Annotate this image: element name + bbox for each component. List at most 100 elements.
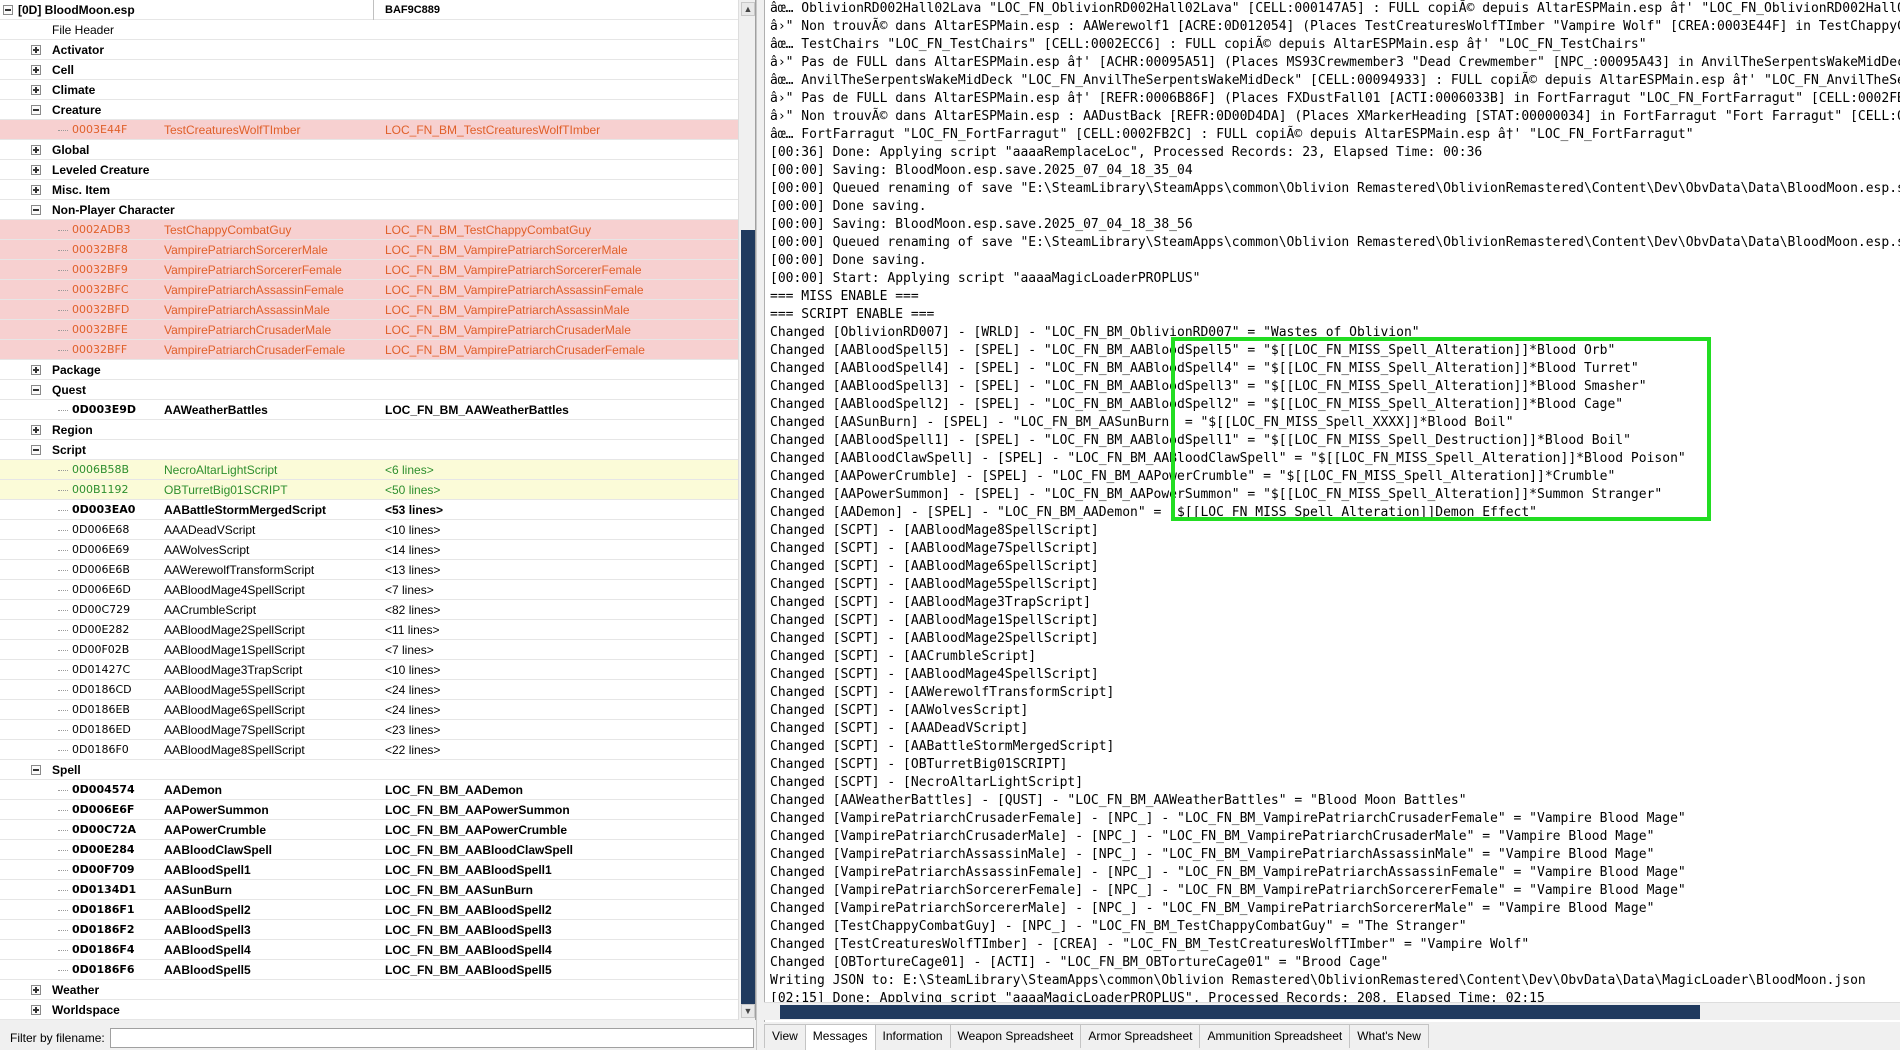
tree-record-row[interactable]: 0D0186F2 AABloodSpell3 LOC_FN_BM_AABloodSp… [0,920,738,940]
collapse-icon[interactable] [3,5,13,15]
expand-icon[interactable] [31,45,41,55]
expand-icon[interactable] [31,165,41,175]
tree-connector [58,290,68,291]
tree-root-row[interactable]: [0D] BloodMoon.esp BAF9C889 [0,0,738,20]
tree-category-label: Package [52,363,101,377]
tree-scroll-thumb[interactable] [741,230,755,1010]
log-line: [00:00] Saving: BloodMoon.esp.save.2025_… [770,217,1193,232]
tree-vertical-scrollbar[interactable]: ▲ ▼ [738,0,755,1020]
tree-record-row[interactable]: 0D00F02B AABloodMage1SpellScript <7 lines> [0,640,738,660]
tree-record-row[interactable]: 0D0186F4 AABloodSpell4 LOC_FN_BM_AABloodSp… [0,940,738,960]
tree-record-row[interactable]: 0D0186F1 AABloodSpell2 LOC_FN_BM_AABloodSp… [0,900,738,920]
expand-icon[interactable] [31,185,41,195]
tree-record-row[interactable]: 0D003EA0 AABattleStormMergedScript <53 lin… [0,500,738,520]
expand-icon[interactable] [31,1005,41,1015]
expand-icon[interactable] [31,985,41,995]
tree-category[interactable]: Quest [0,380,738,400]
log-line: Changed [SCPT] - [AABloodMage4SpellScrip… [770,667,1099,682]
filter-by-filename-input[interactable] [110,1028,754,1048]
tree-record-row[interactable]: 0D0134D1 AASunBurn LOC_FN_BM_AASunBurn [0,880,738,900]
tree-record-row[interactable]: 000B1192 OBTurretBig01SCRIPT <50 lines> [0,480,738,500]
root-plugin-label: [0D] BloodMoon.esp [18,3,135,17]
tree-record-row[interactable]: 0D00F709 AABloodSpell1 LOC_FN_BM_AABloodSp… [0,860,738,880]
tree-category[interactable]: Script [0,440,738,460]
tree-record-row[interactable]: 0D0186EB AABloodMage6SpellScript <24 lines… [0,700,738,720]
tree-category[interactable]: Activator [0,40,738,60]
record-editor-id: AACrumbleScript [164,603,257,617]
tree-category-label: Weather [52,983,100,997]
collapse-icon[interactable] [31,385,41,395]
tab-armor-spreadsheet[interactable]: Armor Spreadsheet [1080,1024,1201,1048]
tree-record-row[interactable]: 0D006E6F AAPowerSummon LOC_FN_BM_AAPowerSu… [0,800,738,820]
tab-ammunition-spreadsheet[interactable]: Ammunition Spreadsheet [1199,1024,1351,1048]
collapse-icon[interactable] [31,205,41,215]
tree-category[interactable]: Worldspace [0,1000,738,1020]
tree-record-row[interactable]: 0D004574 AADemon LOC_FN_BM_AADemon [0,780,738,800]
tree-cell-name: 0D00E282 AABloodMage2SpellScript [0,620,374,640]
scroll-up-arrow-icon[interactable]: ▲ [741,2,755,16]
tree-file-header[interactable]: File Header [0,20,738,40]
tree-category[interactable]: Spell [0,760,738,780]
tab-view[interactable]: View [764,1024,806,1048]
tab-weapon-spreadsheet[interactable]: Weapon Spreadsheet [949,1024,1082,1048]
expand-icon[interactable] [31,145,41,155]
tree-record-row[interactable]: 0D0186F6 AABloodSpell5 LOC_FN_BM_AABloodSp… [0,960,738,980]
tree-record-row[interactable]: 0D00E282 AABloodMage2SpellScript <11 lines… [0,620,738,640]
collapse-icon[interactable] [31,445,41,455]
tree-category[interactable]: Climate [0,80,738,100]
tree-record-row[interactable]: 0D006E6D AABloodMage4SpellScript <7 lines> [0,580,738,600]
bottom-tab-bar: View Messages Information Weapon Spreadshee… [764,1024,1429,1050]
record-editor-id: AABloodSpell2 [164,903,251,917]
log-line: Changed [SCPT] - [AAWolvesScript] [770,703,1029,718]
tree-cell-value: LOC_FN_BM_VampirePatriarchCrusaderFemale [385,343,645,357]
tree-record-row[interactable]: 0D006E6B AAWerewolfTransformScript <13 lin… [0,560,738,580]
tab-what-s-new[interactable]: What's New [1349,1024,1429,1048]
tree-record-row[interactable]: 0003E44F TestCreaturesWolfTImber LOC_FN_BM… [0,120,738,140]
tree-record-row[interactable]: 0002ADB3 TestChappyCombatGuy LOC_FN_BM_Tes… [0,220,738,240]
tree-category[interactable]: Misc. Item [0,180,738,200]
expand-icon[interactable] [31,425,41,435]
collapse-icon[interactable] [31,105,41,115]
tree-record-row[interactable]: 00032BFD VampirePatriarchAssassinMale LOC_… [0,300,738,320]
collapse-icon[interactable] [31,765,41,775]
tree-record-row[interactable]: 0D01427C AABloodMage3TrapScript <10 lines> [0,660,738,680]
tree-record-row[interactable]: 00032BFE VampirePatriarchCrusaderMale LOC_… [0,320,738,340]
tab-information[interactable]: Information [874,1024,951,1048]
tree-category[interactable]: Weather [0,980,738,1000]
tree-record-row[interactable]: 0D003E9D AAWeatherBattles LOC_FN_BM_AAWeat… [0,400,738,420]
messages-panel[interactable]: âœ… OblivionRD002Hall02Lava "LOC_FN_Obli… [764,0,1900,1022]
messages-scroll-thumb[interactable] [780,1005,1700,1019]
tree-category[interactable]: Package [0,360,738,380]
tree-category[interactable]: Non-Player Character [0,200,738,220]
tree-category[interactable]: Creature [0,100,738,120]
tree-record-row[interactable]: 0D006E68 AAADeadVScript <10 lines> [0,520,738,540]
expand-icon[interactable] [31,365,41,375]
panel-splitter[interactable] [756,0,764,1050]
record-tree[interactable]: [0D] BloodMoon.esp BAF9C889 File Header A… [0,0,738,1020]
tree-record-row[interactable]: 0D0186ED AABloodMage7SpellScript <23 lines… [0,720,738,740]
messages-horizontal-scrollbar[interactable] [764,1002,1900,1020]
tree-category[interactable]: Leveled Creature [0,160,738,180]
tree-record-row[interactable]: 0D00E284 AABloodClawSpell LOC_FN_BM_AABloo… [0,840,738,860]
tree-record-row[interactable]: 00032BF9 VampirePatriarchSorcererFemale LO… [0,260,738,280]
expand-icon[interactable] [31,85,41,95]
tree-record-row[interactable]: 0D006E69 AAWolvesScript <14 lines> [0,540,738,560]
tree-category[interactable]: Cell [0,60,738,80]
tree-record-row[interactable]: 0D0186CD AABloodMage5SpellScript <24 lines… [0,680,738,700]
tree-record-row[interactable]: 0D0186F0 AABloodMage8SpellScript <22 lines… [0,740,738,760]
expand-icon[interactable] [31,65,41,75]
record-tree-panel[interactable]: [0D] BloodMoon.esp BAF9C889 File Header A… [0,0,756,1020]
tab-messages[interactable]: Messages [804,1024,876,1050]
form-id: 0D01427C [72,663,131,676]
tree-record-row[interactable]: 0D00C72A AAPowerCrumble LOC_FN_BM_AAPowerC… [0,820,738,840]
tree-record-row[interactable]: 0D00C729 AACrumbleScript <82 lines> [0,600,738,620]
tree-cell-name: 0D0186F1 AABloodSpell2 [0,900,374,920]
record-editor-id: AABloodSpell5 [164,963,251,977]
scroll-down-arrow-icon[interactable]: ▼ [741,1004,755,1018]
tree-record-row[interactable]: 00032BF8 VampirePatriarchSorcererMale LOC_… [0,240,738,260]
tree-category[interactable]: Global [0,140,738,160]
tree-record-row[interactable]: 0006B58B NecroAltarLightScript <6 lines> [0,460,738,480]
tree-record-row[interactable]: 00032BFF VampirePatriarchCrusaderFemale LO… [0,340,738,360]
tree-record-row[interactable]: 00032BFC VampirePatriarchAssassinFemale LO… [0,280,738,300]
tree-category[interactable]: Region [0,420,738,440]
